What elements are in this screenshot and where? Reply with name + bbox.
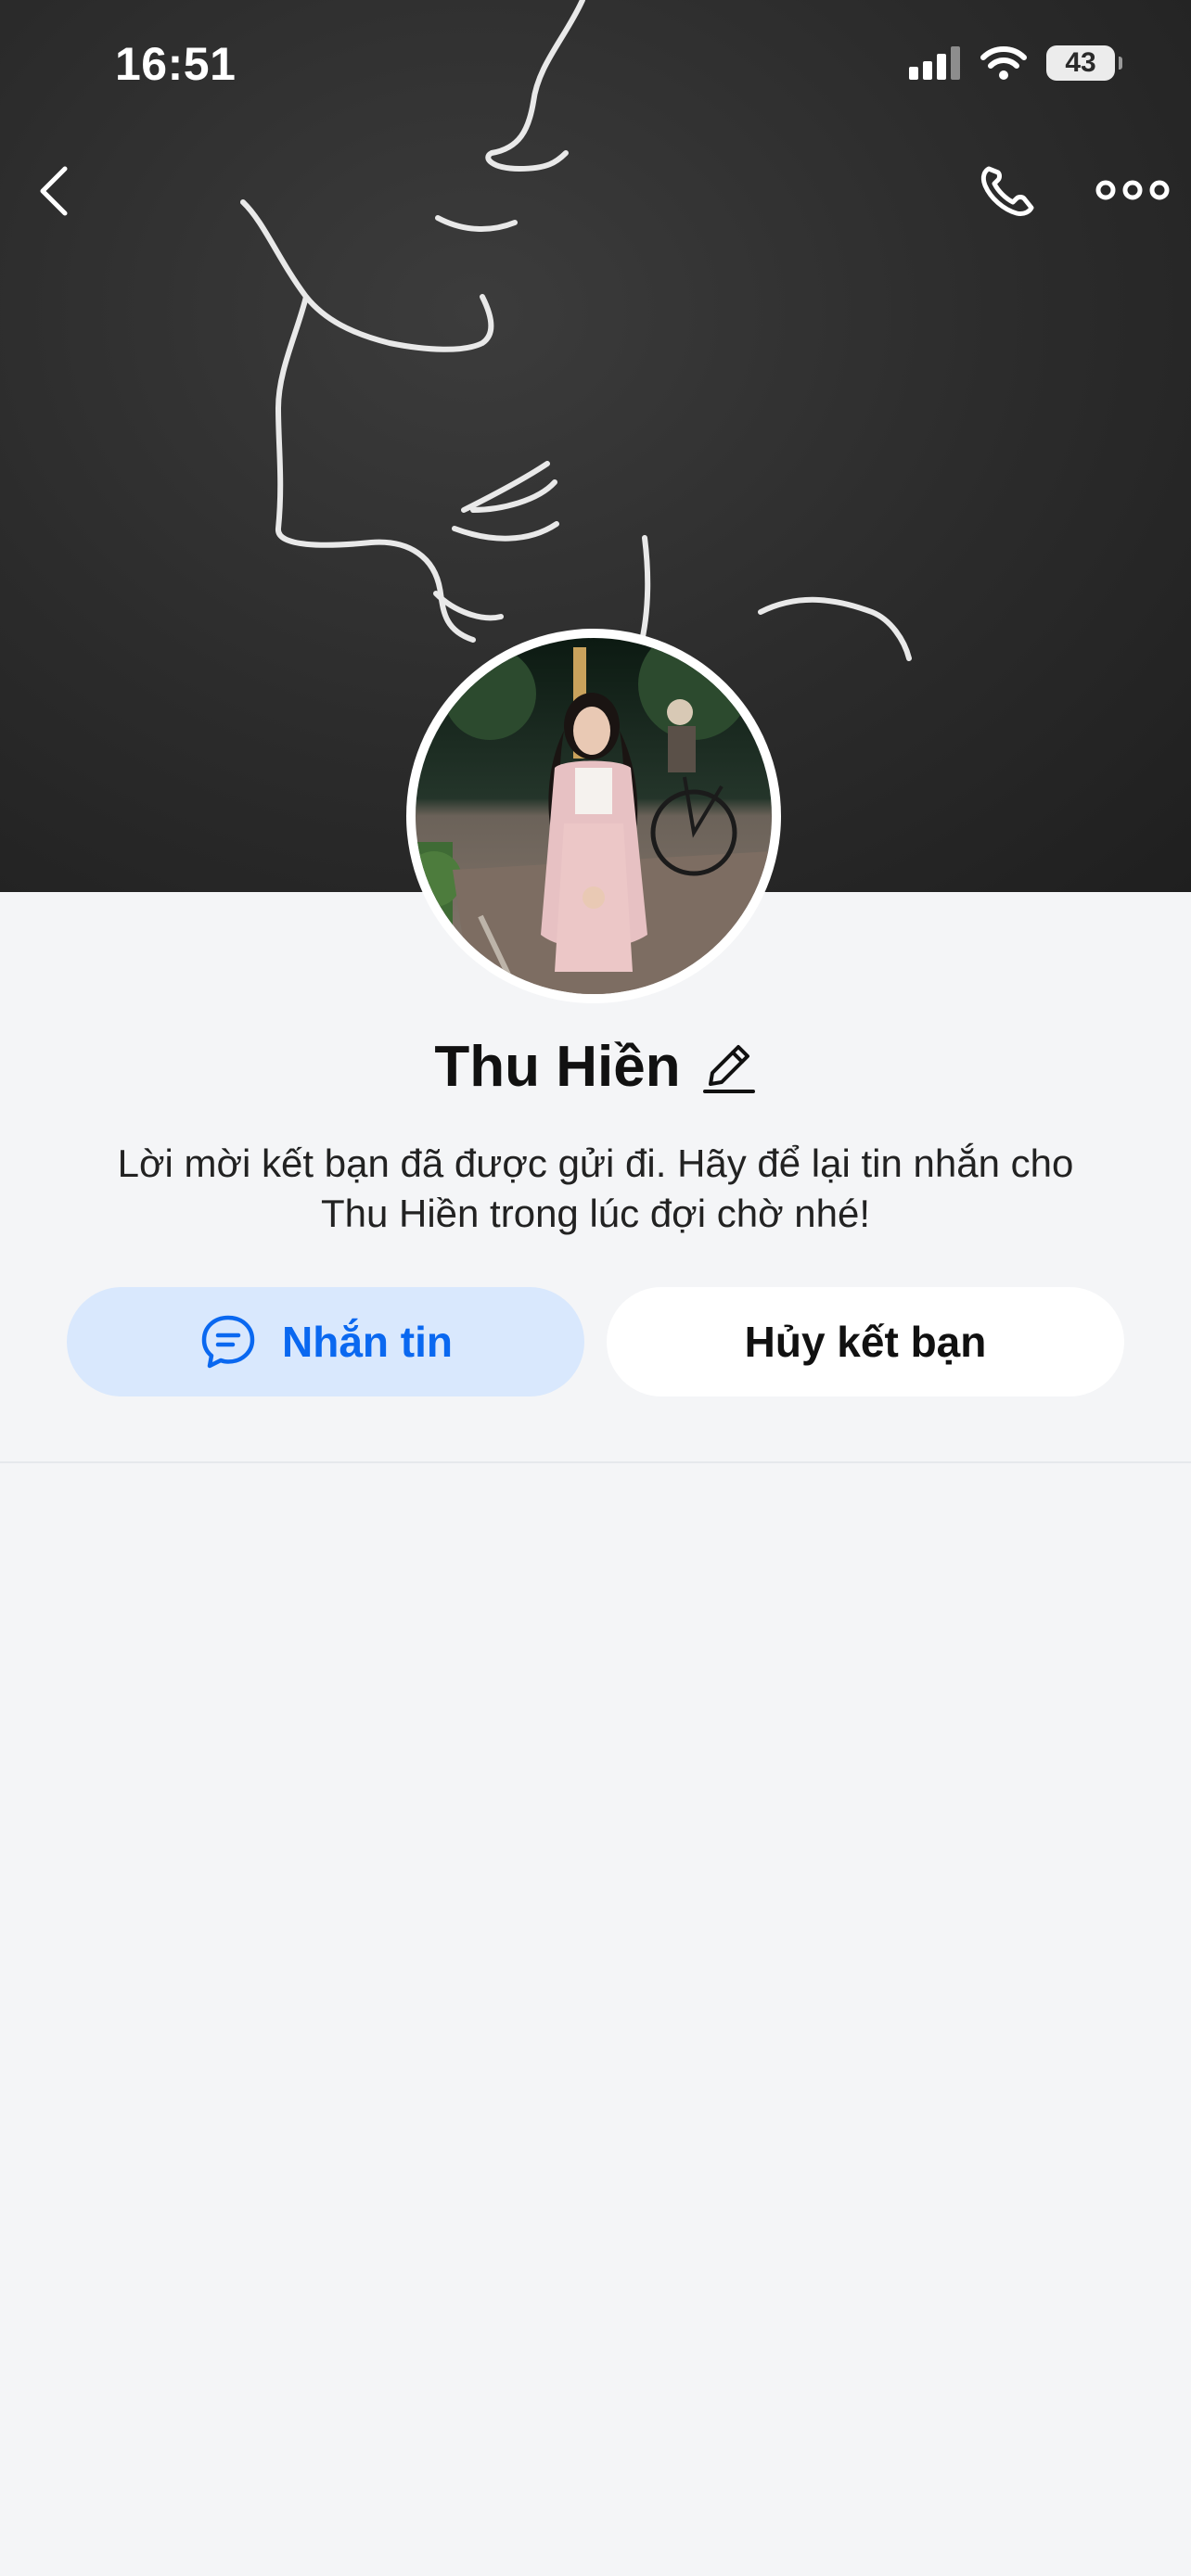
cancel-friend-request-label: Hủy kết bạn — [744, 1318, 987, 1366]
more-dots-icon — [1095, 180, 1170, 200]
profile-avatar[interactable] — [406, 629, 781, 1003]
message-line-2: Thu Hiền trong lúc đợi chờ nhé! — [320, 1192, 871, 1235]
phone-icon — [980, 166, 1034, 216]
status-icons: 43 — [909, 45, 1122, 82]
edit-pencil-icon[interactable] — [701, 1036, 757, 1097]
send-message-button[interactable]: Nhắn tin — [67, 1287, 584, 1396]
status-bar: 16:51 43 — [0, 0, 1191, 130]
profile-name: Thu Hiền — [434, 1034, 681, 1099]
send-message-label: Nhắn tin — [282, 1318, 453, 1366]
chevron-left-icon — [40, 166, 68, 216]
chat-bubble-icon — [201, 1315, 255, 1369]
call-button[interactable] — [972, 158, 1046, 223]
back-button[interactable] — [28, 158, 83, 223]
avatar-photo — [416, 638, 772, 994]
message-line-1: Lời mời kết bạn đã được gửi đi. Hãy để l… — [117, 1141, 1074, 1185]
more-options-button[interactable] — [1091, 162, 1174, 218]
battery-level: 43 — [1065, 47, 1096, 78]
battery-cap — [1119, 57, 1122, 70]
battery-indicator: 43 — [1046, 45, 1122, 81]
friend-request-message: Lời mời kết bạn đã được gửi đi. Hãy để l… — [56, 1139, 1135, 1239]
cancel-friend-request-button[interactable]: Hủy kết bạn — [607, 1287, 1124, 1396]
wifi-icon — [980, 46, 1027, 80]
status-time: 16:51 — [115, 38, 237, 90]
cellular-signal-icon — [909, 46, 960, 80]
section-divider — [0, 1461, 1191, 1463]
profile-name-row: Thu Hiền — [0, 1029, 1191, 1103]
